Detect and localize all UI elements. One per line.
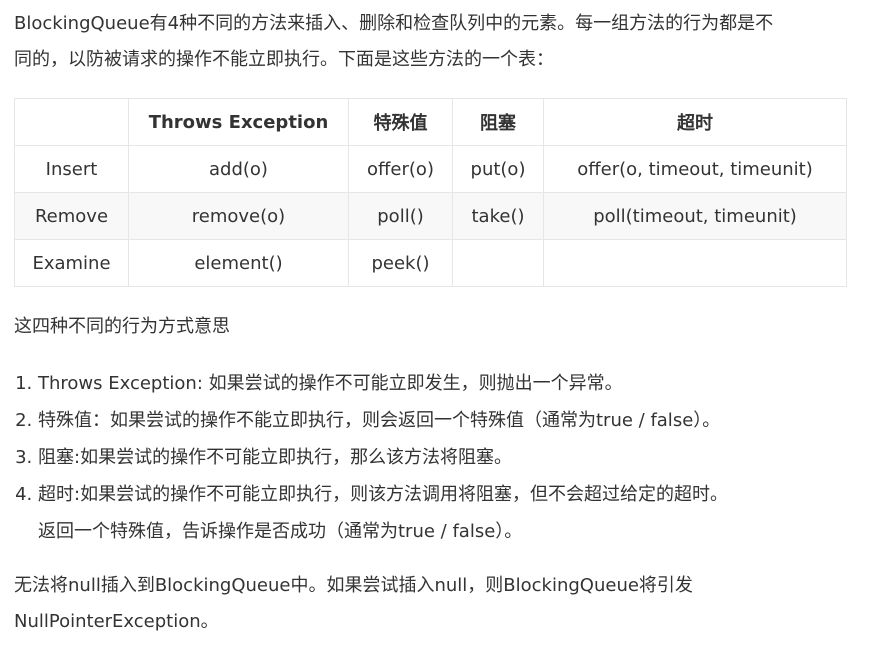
table-cell: add(o) (128, 145, 349, 193)
table-cell (452, 239, 544, 287)
table-cell (543, 239, 847, 287)
table-cell: put(o) (452, 145, 544, 193)
list-item-continuation: 返回一个特殊值，告诉操作是否成功（通常为true / false）。 (38, 521, 523, 542)
table-cell: poll(timeout, timeunit) (543, 192, 847, 240)
list-item: Throws Exception: 如果尝试的操作不可能立即发生，则抛出一个异常… (38, 365, 868, 402)
list-item: 阻塞:如果尝试的操作不可能立即执行，那么该方法将阻塞。 (38, 439, 868, 476)
summary-text: 这四种不同的行为方式意思 (14, 316, 230, 337)
header-cell-empty (14, 98, 129, 146)
list-item-text: Throws Exception: 如果尝试的操作不可能立即发生，则抛出一个异常… (38, 373, 623, 394)
list-item: 超时:如果尝试的操作不可能立即执行，则该方法调用将阻塞，但不会超过给定的超时。 … (38, 476, 868, 550)
table-row-insert: Insert add(o) offer(o) put(o) offer(o, t… (14, 145, 847, 193)
header-cell-blocks: 阻塞 (452, 98, 544, 146)
table-row-remove: Remove remove(o) poll() take() poll(time… (14, 192, 847, 240)
table-row-examine: Examine element() peek() (14, 239, 847, 287)
table-cell: element() (128, 239, 349, 287)
intro-paragraph: BlockingQueue有4种不同的方法来插入、删除和检查队列中的元素。每一组… (14, 0, 868, 78)
header-cell-timeout: 超时 (543, 98, 847, 146)
intro-line-1: BlockingQueue有4种不同的方法来插入、删除和检查队列中的元素。每一组… (14, 13, 774, 34)
table-cell: offer(o, timeout, timeunit) (543, 145, 847, 193)
article: BlockingQueue有4种不同的方法来插入、删除和检查队列中的元素。每一组… (0, 0, 882, 658)
list-item-text: 特殊值：如果尝试的操作不能立即执行，则会返回一个特殊值（通常为true / fa… (38, 410, 721, 431)
outro-paragraph: 无法将null插入到BlockingQueue中。如果尝试插入null，则Blo… (14, 568, 868, 640)
list-item-text: 超时:如果尝试的操作不可能立即执行，则该方法调用将阻塞，但不会超过给定的超时。 (38, 484, 729, 505)
row-label: Insert (14, 145, 129, 193)
header-cell-throws-exception: Throws Exception (128, 98, 349, 146)
behaviors-list: Throws Exception: 如果尝试的操作不可能立即发生，则抛出一个异常… (14, 365, 868, 550)
table-header-row: Throws Exception 特殊值 阻塞 超时 (14, 98, 847, 146)
intro-line-2: 同的，以防被请求的操作不能立即执行。下面是这些方法的一个表： (14, 49, 554, 70)
outro-line-1: 无法将null插入到BlockingQueue中。如果尝试插入null，则Blo… (14, 575, 693, 596)
header-cell-special-value: 特殊值 (348, 98, 453, 146)
list-item-text: 阻塞:如果尝试的操作不可能立即执行，那么该方法将阻塞。 (38, 447, 513, 468)
row-label: Examine (14, 239, 129, 287)
outro-line-2: NullPointerException。 (14, 611, 219, 632)
table-cell: remove(o) (128, 192, 349, 240)
list-item: 特殊值：如果尝试的操作不能立即执行，则会返回一个特殊值（通常为true / fa… (38, 402, 868, 439)
table-cell: peek() (348, 239, 453, 287)
table-cell: offer(o) (348, 145, 453, 193)
methods-table: Throws Exception 特殊值 阻塞 超时 Insert add(o)… (14, 98, 847, 287)
row-label: Remove (14, 192, 129, 240)
table-cell: take() (452, 192, 544, 240)
table-cell: poll() (348, 192, 453, 240)
